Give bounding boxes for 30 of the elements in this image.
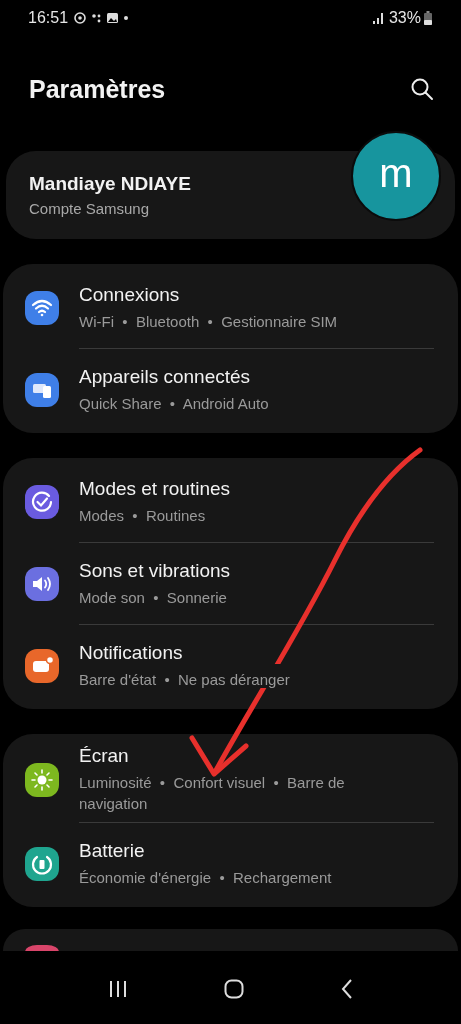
setting-title[interactable]: Notifications (79, 641, 290, 664)
setting-subtitle: Quick Share • Android Auto (79, 393, 269, 414)
page-title: Paramètres (29, 74, 166, 104)
setting-subtitle: Mode son • Sonnerie (79, 587, 228, 608)
setting-title[interactable]: Modes et routines (79, 477, 231, 500)
setting-title[interactable]: Sons et vibrations (79, 559, 231, 582)
setting-subtitle: Luminosité • Confort visuel • Barre de navigation (79, 773, 346, 814)
battery-percent: 33% (388, 9, 421, 27)
setting-title[interactable]: Batterie (79, 839, 332, 862)
battery-icon (424, 11, 432, 25)
setting-subtitle: Wi-Fi • Bluetooth • Gestionnaire SIM (79, 311, 338, 332)
account-label: Compte Samsung (29, 200, 151, 217)
setting-subtitle: Modes • Routines (79, 505, 207, 526)
setting-title[interactable]: Appareils connectés (79, 365, 269, 388)
avatar[interactable]: m (351, 131, 441, 221)
back-icon[interactable] (340, 979, 353, 999)
setting-title[interactable]: Connexions (79, 283, 338, 306)
dots-icon (92, 13, 102, 23)
target-icon (74, 12, 87, 24)
setting-title[interactable]: Écran (79, 745, 379, 767)
signal-icon (371, 12, 386, 24)
profile-name: Mandiaye NDIAYE (29, 173, 191, 195)
image-icon (107, 13, 119, 23)
home-icon[interactable] (224, 979, 245, 999)
recent-apps-icon[interactable] (108, 980, 129, 998)
setting-subtitle: Barre d'état • Ne pas déranger (79, 669, 290, 690)
status-time: 16:51 (28, 9, 69, 27)
search-icon[interactable] (410, 77, 434, 101)
dot-icon (124, 16, 129, 20)
setting-subtitle: Économie d'énergie • Rechargement (79, 867, 332, 888)
